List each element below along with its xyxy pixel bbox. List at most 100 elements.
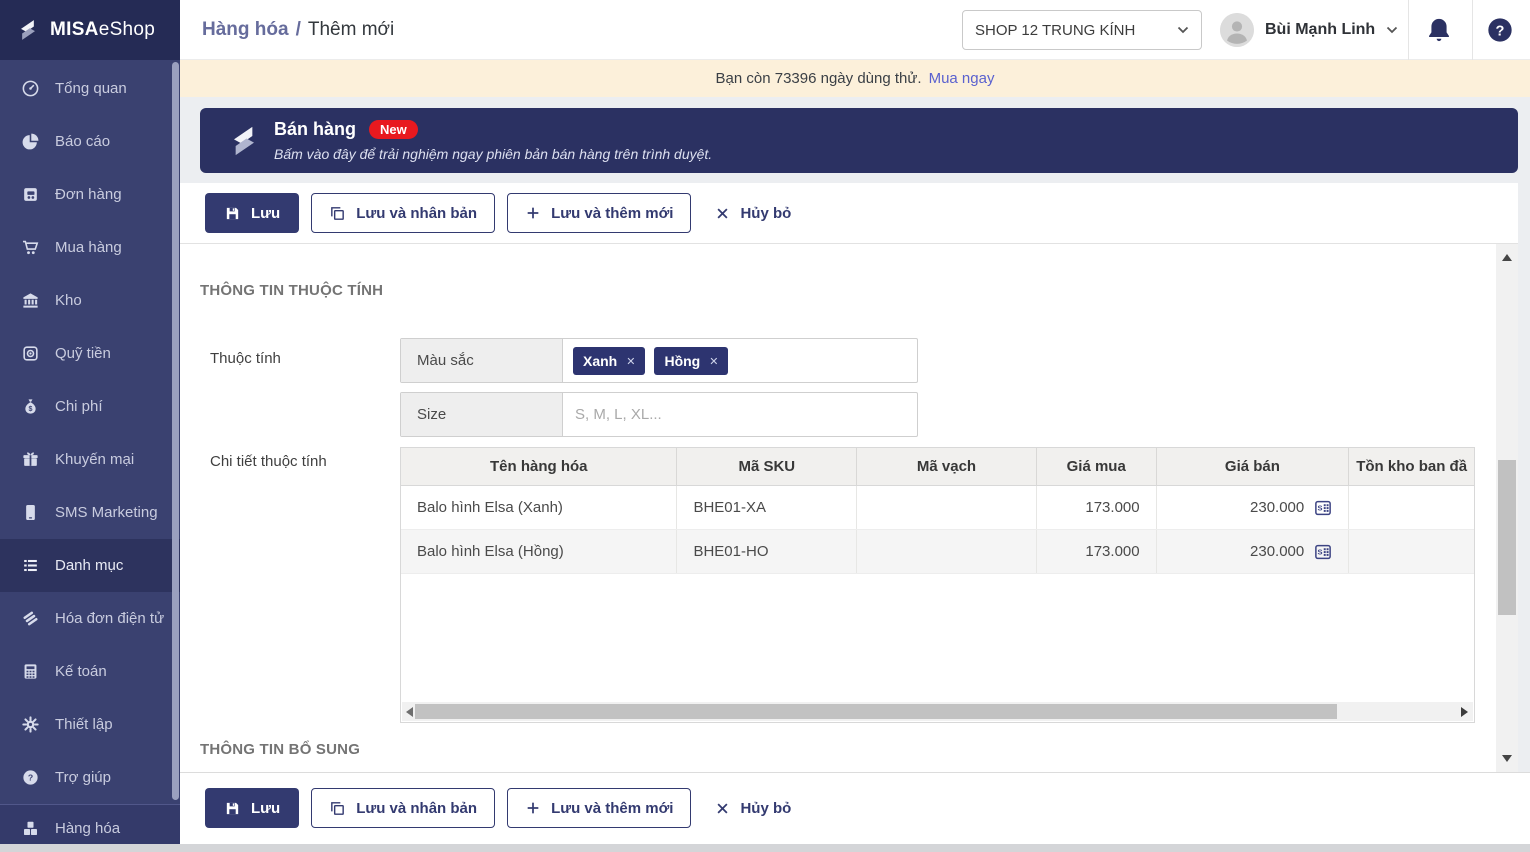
tag-label: Hồng xyxy=(664,352,701,369)
cell-purchase-price[interactable]: 173.000 xyxy=(1037,486,1157,529)
horizontal-scroll-thumb[interactable] xyxy=(415,704,1337,719)
sidebar-scrollbar[interactable] xyxy=(172,62,179,800)
promo-title: Bán hàng xyxy=(274,119,357,139)
column-header-purchase-price: Giá mua xyxy=(1037,448,1157,485)
save-and-new-button[interactable]: Lưu và thêm mới xyxy=(507,788,692,828)
save-and-duplicate-button[interactable]: Lưu và nhân bản xyxy=(311,193,496,233)
sidebar-item-hoa-don-dien-tu[interactable]: Hóa đơn điện tử xyxy=(0,592,180,645)
shop-selector-value: SHOP 12 TRUNG KÍNH xyxy=(975,21,1136,39)
svg-text:$: $ xyxy=(28,405,32,413)
cell-initial-stock[interactable] xyxy=(1349,486,1474,529)
sidebar-item-label: Thiết lập xyxy=(55,716,113,733)
form-vertical-scrollbar[interactable] xyxy=(1496,244,1518,772)
sidebar-item-sms-marketing[interactable]: SMS Marketing xyxy=(0,486,180,539)
vertical-scroll-thumb[interactable] xyxy=(1498,460,1516,615)
column-header-sku: Mã SKU xyxy=(677,448,858,485)
button-row: Lưu Lưu và nhân bản Lưu và thêm mới Hủy … xyxy=(205,193,806,233)
cell-name[interactable]: Balo hình Elsa (Xanh) xyxy=(401,486,678,529)
sidebar-item-tro-giup[interactable]: ? Trợ giúp xyxy=(0,751,180,804)
column-header-barcode: Mã vạch xyxy=(857,448,1037,485)
new-badge: New xyxy=(369,120,418,139)
product-form: THÔNG TIN THUỘC TÍNH Thuộc tính Màu sắc … xyxy=(180,244,1530,772)
header-divider xyxy=(1472,0,1473,60)
help-button[interactable]: ? xyxy=(1486,16,1514,44)
scroll-right-arrow[interactable] xyxy=(1461,707,1468,717)
scroll-down-arrow[interactable] xyxy=(1502,755,1512,762)
remove-tag-icon[interactable] xyxy=(709,353,718,368)
sidebar-item-label: Danh mục xyxy=(55,557,124,574)
sidebar-item-bao-cao[interactable]: Báo cáo xyxy=(0,115,180,168)
save-button[interactable]: Lưu xyxy=(205,193,300,233)
sidebar-item-kho[interactable]: Kho xyxy=(0,274,180,327)
cell-purchase-price[interactable]: 173.000 xyxy=(1037,530,1157,573)
cell-sku[interactable]: BHE01-HO xyxy=(677,530,858,573)
price-book-icon[interactable]: S xyxy=(1314,543,1332,561)
gift-icon xyxy=(20,450,40,470)
sidebar-item-chi-phi[interactable]: $ Chi phí xyxy=(0,380,180,433)
save-and-duplicate-button[interactable]: Lưu và nhân bản xyxy=(311,788,496,828)
breadcrumb-parent[interactable]: Hàng hóa xyxy=(202,19,289,41)
sidebar-item-ke-toan[interactable]: Kế toán xyxy=(0,645,180,698)
save-label: Lưu xyxy=(251,204,281,222)
app: MISAeShop Tổng quan Báo cáo Đơn hàng Mua… xyxy=(0,0,1530,852)
promo-banner[interactable]: Bán hàng New Bấm vào đây để trải nghiệm … xyxy=(200,108,1518,173)
button-row: Lưu Lưu và nhân bản Lưu và thêm mới Hủy … xyxy=(205,788,806,828)
calculator-icon xyxy=(20,662,40,682)
tag-label: Xanh xyxy=(583,352,618,369)
sidebar-item-tong-quan[interactable]: Tổng quan xyxy=(0,62,180,115)
sidebar-item-label: Chi phí xyxy=(55,398,103,415)
promo-title-row: Bán hàng New xyxy=(274,119,418,140)
chevron-down-icon xyxy=(1387,26,1398,34)
cell-sku[interactable]: BHE01-XA xyxy=(677,486,858,529)
sidebar-item-label: Kho xyxy=(55,292,82,309)
sidebar-item-thiet-lap[interactable]: Thiết lập xyxy=(0,698,180,751)
buy-now-link[interactable]: Mua ngay xyxy=(929,70,995,87)
color-values-input[interactable]: Xanh Hồng xyxy=(563,339,917,382)
app-logo[interactable]: MISAeShop xyxy=(0,0,180,60)
tag-xanh: Xanh xyxy=(573,346,646,375)
cancel-button[interactable]: Hủy bỏ xyxy=(700,788,806,828)
column-header-sale-price: Giá bán xyxy=(1157,448,1350,485)
cell-initial-stock[interactable] xyxy=(1349,530,1474,573)
attribute-name-color: Màu sắc xyxy=(401,339,563,382)
scroll-left-arrow[interactable] xyxy=(406,707,413,717)
user-menu[interactable]: Bùi Mạnh Linh xyxy=(1220,0,1398,60)
orders-icon xyxy=(20,185,40,205)
sidebar-item-quy-tien[interactable]: Quỹ tiền xyxy=(0,327,180,380)
table-horizontal-scrollbar[interactable] xyxy=(402,702,1473,721)
promo-subtitle: Bấm vào đây để trải nghiệm ngay phiên bả… xyxy=(274,146,713,162)
avatar xyxy=(1220,13,1254,47)
trial-banner: Bạn còn 73396 ngày dùng thử. Mua ngay xyxy=(180,60,1530,97)
cell-barcode[interactable] xyxy=(857,530,1037,573)
header-divider xyxy=(1408,0,1409,60)
size-values-input[interactable] xyxy=(573,405,917,424)
shop-selector[interactable]: SHOP 12 TRUNG KÍNH xyxy=(962,10,1202,50)
remove-tag-icon[interactable] xyxy=(626,353,635,368)
save-and-new-button[interactable]: Lưu và thêm mới xyxy=(507,193,692,233)
breadcrumb-current: Thêm mới xyxy=(307,19,395,40)
sidebar-item-danh-muc[interactable]: Danh mục xyxy=(0,539,180,592)
sidebar-item-don-hang[interactable]: Đơn hàng xyxy=(0,168,180,221)
sidebar-item-label: Tổng quan xyxy=(55,80,127,97)
tag-hong: Hồng xyxy=(654,346,729,375)
section-title-additional: THÔNG TIN BỔ SUNG xyxy=(200,741,361,758)
misa-logo-icon xyxy=(234,126,254,156)
svg-text:?: ? xyxy=(1496,23,1505,39)
sidebar-item-khuyen-mai[interactable]: Khuyến mại xyxy=(0,433,180,486)
cancel-button[interactable]: Hủy bỏ xyxy=(700,193,806,233)
e-invoice-icon xyxy=(20,609,40,629)
notifications-button[interactable] xyxy=(1425,16,1453,44)
sidebar-item-label: Đơn hàng xyxy=(55,186,122,203)
column-header-initial-stock: Tồn kho ban đầ xyxy=(1356,458,1468,475)
cell-sale-price[interactable]: 230.000 S xyxy=(1157,530,1350,573)
plus-icon xyxy=(527,802,539,814)
sidebar-item-mua-hang[interactable]: Mua hàng xyxy=(0,221,180,274)
scroll-up-arrow[interactable] xyxy=(1502,254,1512,261)
save-and-new-label: Lưu và thêm mới xyxy=(551,204,674,222)
save-button[interactable]: Lưu xyxy=(205,788,300,828)
cell-sale-price[interactable]: 230.000 S xyxy=(1157,486,1350,529)
cell-barcode[interactable] xyxy=(857,486,1037,529)
window-bottom-scrollbar[interactable] xyxy=(0,844,1530,852)
cell-name[interactable]: Balo hình Elsa (Hồng) xyxy=(401,530,678,573)
price-book-icon[interactable]: S xyxy=(1314,499,1332,517)
